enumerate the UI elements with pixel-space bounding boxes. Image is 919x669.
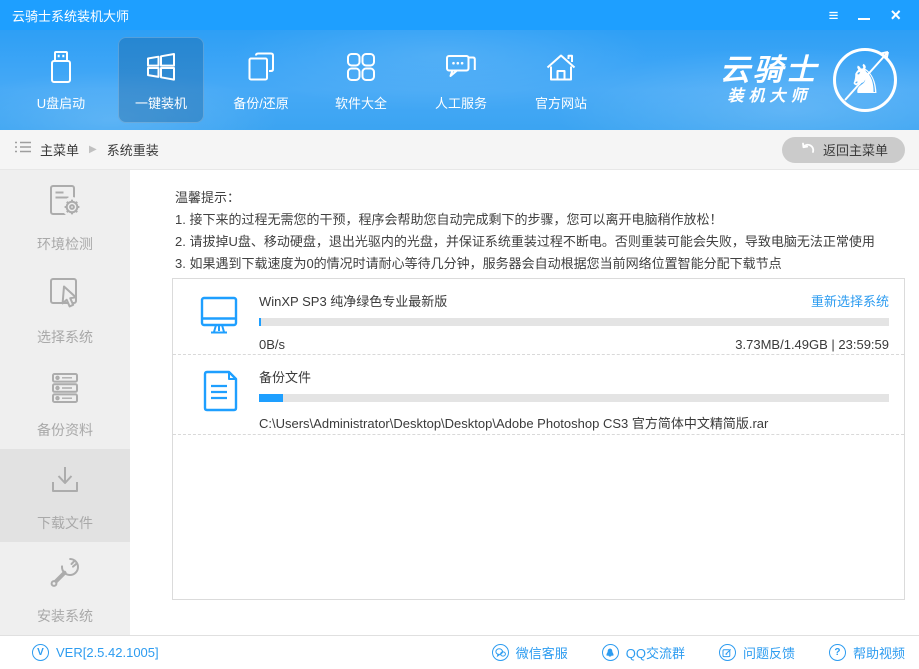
system-name: WinXP SP3 纯净绿色专业最新版 <box>259 294 448 309</box>
sidebar-item-backup-data[interactable]: 备份资料 <box>0 356 130 449</box>
select-system-icon <box>43 273 87 320</box>
env-check-icon <box>43 180 87 227</box>
backup-file-path: C:\Users\Administrator\Desktop\Desktop\A… <box>259 416 769 431</box>
breadcrumb-main-menu[interactable]: 主菜单 <box>40 140 79 159</box>
nav-label: 软件大全 <box>334 95 387 111</box>
nav-label: 人工服务 <box>434 95 487 111</box>
qq-group-link[interactable]: QQ交流群 <box>601 643 685 662</box>
sidebar-item-label: 备份资料 <box>37 421 93 438</box>
document-icon <box>195 367 243 434</box>
feedback-icon <box>718 644 736 661</box>
sidebar-item-select-system[interactable]: 选择系统 <box>0 263 130 356</box>
brand-logo: 云骑士 装机大师 ♞ <box>720 48 901 112</box>
tips-line-1: 1. 接下来的过程无需您的干预，程序会帮助您自动完成剩下的步骤，您可以离开电脑稍… <box>175 212 723 227</box>
help-icon: ? <box>828 644 846 661</box>
system-progress-fill <box>259 318 261 326</box>
feedback-link[interactable]: 问题反馈 <box>718 643 795 662</box>
undo-arrow-icon <box>799 142 815 158</box>
list-icon <box>14 139 32 160</box>
download-speed: 0B/s <box>259 337 286 352</box>
download-panel: WinXP SP3 纯净绿色专业最新版 重新选择系统 0B/s 3.73MB/1… <box>172 278 905 600</box>
nav-label: 一键装机 <box>134 95 187 111</box>
reselect-system-link[interactable]: 重新选择系统 <box>811 291 889 310</box>
sidebar-item-label: 安装系统 <box>37 607 93 624</box>
sidebar-item-label: 选择系统 <box>37 328 93 345</box>
software-grid-icon <box>343 49 379 85</box>
backup-data-icon <box>43 366 87 413</box>
sidebar-item-label: 下载文件 <box>37 514 93 531</box>
nav-label: U盘启动 <box>36 95 86 111</box>
tips-line-3: 3. 如果遇到下载速度为0的情况时请耐心等待几分钟，服务器会自动根据您当前网络位… <box>175 256 782 271</box>
sidebar-item-label: 环境检测 <box>37 235 93 252</box>
nav-item-software-center[interactable]: 软件大全 <box>318 37 404 123</box>
help-video-link[interactable]: ? 帮助视频 <box>828 643 905 662</box>
steps-sidebar: 环境检测 选择系统 备份资料 下载文件 安装系统 <box>0 170 130 635</box>
close-icon[interactable]: × <box>890 6 901 24</box>
window-controls: ≡ × <box>829 6 907 24</box>
version-text: VER[2.5.42.1005] <box>56 645 159 660</box>
sidebar-item-download-file[interactable]: 下载文件 <box>0 449 130 542</box>
brand-logo-text: 云骑士 装机大师 <box>720 53 819 106</box>
version-icon: V <box>32 644 49 661</box>
wechat-icon <box>491 644 509 661</box>
monitor-icon <box>195 291 243 354</box>
backup-title: 备份文件 <box>259 370 312 385</box>
nav-item-usb-boot[interactable]: U盘启动 <box>18 37 104 123</box>
breadcrumb-system-reinstall: 系统重装 <box>106 143 159 158</box>
nav-item-one-key-install[interactable]: 一键装机 <box>118 37 204 123</box>
qq-icon <box>601 644 619 661</box>
nav-item-human-service[interactable]: 人工服务 <box>418 37 504 123</box>
tips-title: 温馨提示： <box>175 190 241 205</box>
tips-line-2: 2. 请拔掉U盘、移动硬盘，退出光驱内的光盘，并保证系统重装过程不断电。否则重装… <box>175 234 875 249</box>
backup-file-row: 备份文件 C:\Users\Administrator\Desktop\Desk… <box>173 354 904 434</box>
version-info[interactable]: V VER[2.5.42.1005] <box>32 644 159 661</box>
breadcrumb: 主菜单 ▶ 系统重装 返回主菜单 <box>0 130 919 170</box>
wechat-service-link[interactable]: 微信客服 <box>491 643 568 662</box>
menu-icon[interactable]: ≡ <box>829 7 839 24</box>
backup-progress-fill <box>259 394 283 402</box>
backup-restore-icon <box>243 49 279 85</box>
knight-horse-icon: ♞ <box>833 48 897 112</box>
download-stats: 3.73MB/1.49GB | 23:59:59 <box>735 337 889 352</box>
nav-item-backup-restore[interactable]: 备份/还原 <box>218 37 304 123</box>
download-file-icon <box>43 459 87 506</box>
main-content: 温馨提示： 1. 接下来的过程无需您的干预，程序会帮助您自动完成剩下的步骤，您可… <box>130 170 919 635</box>
app-title: 云骑士系统装机大师 <box>12 8 130 24</box>
nav-item-official-website[interactable]: 官方网站 <box>518 37 604 123</box>
status-bar: V VER[2.5.42.1005] 微信客服 QQ交流群 问题反馈 ? 帮助视… <box>0 635 919 669</box>
sidebar-item-install-system[interactable]: 安装系统 <box>0 542 130 635</box>
app-window: 云骑士系统装机大师 ≡ × U盘启动 一键装机 备份/还原 软件大全 人工服务 … <box>0 0 919 669</box>
return-main-menu-button[interactable]: 返回主菜单 <box>781 136 905 163</box>
panel-empty-area <box>173 434 904 599</box>
minimize-icon[interactable] <box>858 18 871 20</box>
chevron-right-icon: ▶ <box>89 144 97 155</box>
home-website-icon <box>543 49 579 85</box>
sidebar-item-env-check[interactable]: 环境检测 <box>0 170 130 263</box>
title-bar: 云骑士系统装机大师 ≡ × <box>0 0 919 30</box>
system-progress-bar <box>259 318 889 326</box>
status-links: 微信客服 QQ交流群 问题反馈 ? 帮助视频 <box>491 643 905 662</box>
main-nav: U盘启动 一键装机 备份/还原 软件大全 人工服务 官方网站 云骑士 装机大师 … <box>0 30 919 130</box>
install-system-icon <box>43 552 87 599</box>
chat-service-icon <box>443 49 479 85</box>
system-download-row: WinXP SP3 纯净绿色专业最新版 重新选择系统 0B/s 3.73MB/1… <box>173 279 904 354</box>
usb-drive-icon <box>43 49 79 85</box>
backup-progress-bar <box>259 394 889 402</box>
nav-label: 官方网站 <box>534 95 587 111</box>
windows-icon <box>143 49 179 85</box>
tips-block: 温馨提示： 1. 接下来的过程无需您的干预，程序会帮助您自动完成剩下的步骤，您可… <box>130 170 919 275</box>
nav-label: 备份/还原 <box>233 95 289 111</box>
